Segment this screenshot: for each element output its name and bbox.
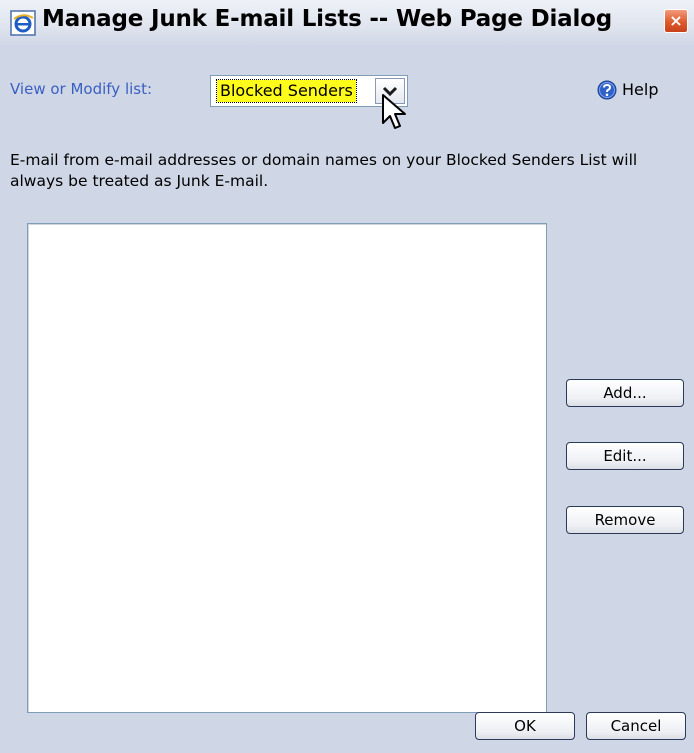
- list-type-selected-value: Blocked Senders: [216, 79, 357, 103]
- question-icon: [597, 80, 617, 100]
- title-bar[interactable]: Manage Junk E-mail Lists -- Web Page Dia…: [0, 0, 694, 46]
- dialog-window: Manage Junk E-mail Lists -- Web Page Dia…: [0, 0, 694, 753]
- dialog-title: Manage Junk E-mail Lists -- Web Page Dia…: [42, 6, 613, 32]
- blocked-senders-list[interactable]: [27, 223, 547, 713]
- blocked-senders-description: E-mail from e-mail addresses or domain n…: [10, 151, 638, 190]
- view-modify-label: View or Modify list:: [10, 80, 153, 98]
- ok-button[interactable]: OK: [475, 712, 575, 740]
- add-button[interactable]: Add...: [566, 379, 684, 407]
- close-button[interactable]: ×: [664, 9, 688, 33]
- ie-page-icon: [10, 10, 36, 36]
- chevron-down-icon: [382, 86, 398, 97]
- remove-button[interactable]: Remove: [566, 506, 684, 534]
- cancel-button[interactable]: Cancel: [586, 712, 686, 740]
- list-type-select[interactable]: Blocked Senders: [210, 75, 408, 107]
- list-type-dropdown-button[interactable]: [375, 78, 405, 104]
- edit-button[interactable]: Edit...: [566, 442, 684, 470]
- help-label: Help: [622, 80, 659, 99]
